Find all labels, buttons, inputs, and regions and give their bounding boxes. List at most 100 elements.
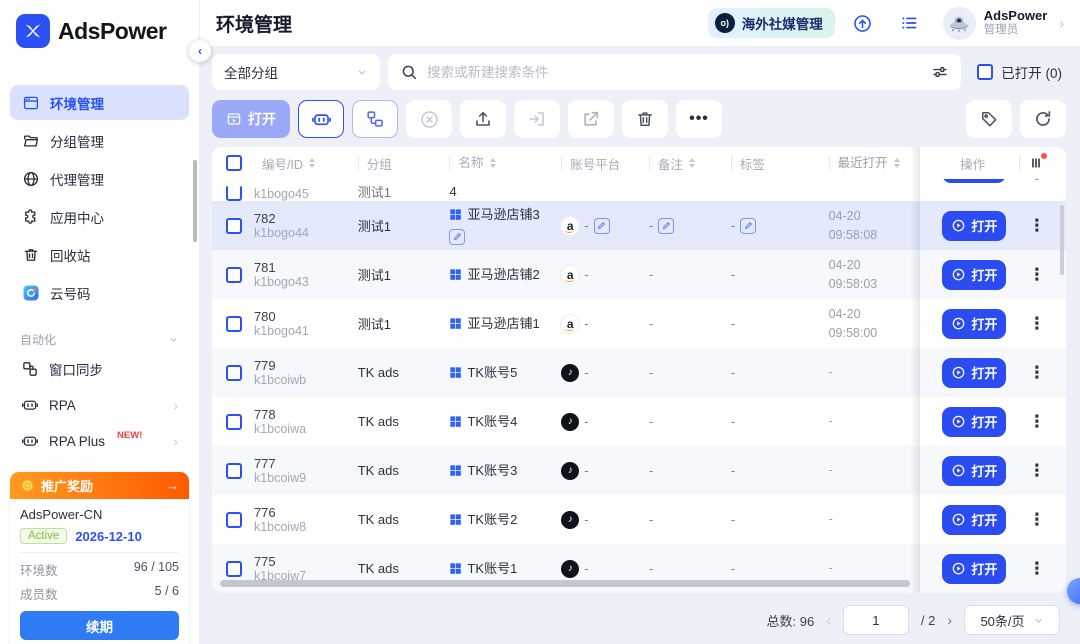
sidebar-scrollbar[interactable] [193, 160, 197, 242]
group-control-button[interactable] [352, 100, 398, 138]
sort-icon[interactable] [309, 158, 315, 168]
column-header-2[interactable]: 名称 [449, 156, 503, 170]
task-list-button[interactable] [891, 5, 927, 41]
row-checkbox[interactable] [226, 185, 242, 201]
row-checkbox[interactable] [226, 512, 242, 528]
row-checkbox[interactable] [226, 365, 242, 381]
sidebar-item-5[interactable]: 云号码 [10, 275, 189, 310]
select-all-checkbox[interactable] [226, 155, 242, 171]
open-env-button[interactable]: 打开 [942, 407, 1006, 437]
group-filter-dropdown[interactable]: 全部分组 [212, 54, 380, 90]
bulk-open-button[interactable]: 打开 [212, 100, 290, 138]
row-checkbox[interactable] [226, 463, 242, 479]
column-header-1[interactable]: 分组 [358, 156, 400, 170]
delete-button[interactable] [622, 100, 668, 138]
column-header-0[interactable]: 编号/ID [254, 156, 323, 170]
edit-icon[interactable] [449, 229, 465, 245]
prev-page-button[interactable]: ‹ [826, 612, 831, 628]
group-name: TK ads [358, 512, 399, 527]
horizontal-scrollbar[interactable] [220, 580, 910, 587]
import-button[interactable] [514, 100, 560, 138]
group-name: 测试1 [358, 314, 391, 333]
open-env-button[interactable]: 打开 [942, 260, 1006, 290]
columns-settings-icon[interactable] [1028, 155, 1044, 171]
row-menu-button[interactable]: ⋮ [1028, 511, 1045, 528]
automation-item-1[interactable]: RPA › [10, 388, 189, 422]
column-header-5[interactable]: 标签 [731, 156, 773, 170]
renew-button[interactable]: 续期 [20, 611, 179, 640]
automation-item-0[interactable]: 窗口同步 [10, 352, 189, 386]
team-badge[interactable]: o) 海外社媒管理 [708, 8, 835, 38]
close-windows-button[interactable] [406, 100, 452, 138]
sidebar-item-4[interactable]: 回收站 [10, 237, 189, 272]
more-actions-button[interactable]: ••• [676, 100, 722, 138]
sidebar-item-0[interactable]: 环境管理 [10, 85, 189, 120]
sort-icon[interactable] [689, 158, 695, 168]
table-row[interactable]: 776 k1bcoiw8 TK ads TK账号2 ♪- - - - 打开 ⋮ [212, 495, 1066, 544]
edit-icon[interactable] [658, 218, 674, 234]
row-menu-button[interactable]: ⋮ [1028, 179, 1045, 182]
table-row[interactable]: 779 k1bcoiwb TK ads TK账号5 ♪- - - - 打开 ⋮ [212, 348, 1066, 397]
table-row-partial[interactable]: k1bogo45 测试1 4 打开⋮ [212, 179, 1066, 201]
table-row[interactable]: 777 k1bcoiw9 TK ads TK账号3 ♪- - - - 打开 ⋮ [212, 446, 1066, 495]
sidebar-item-1[interactable]: 分组管理 [10, 123, 189, 158]
open-env-button[interactable]: 打开 [942, 554, 1006, 584]
user-profile[interactable]: AdsPower 管理员 › [937, 3, 1068, 44]
row-menu-button[interactable]: ⋮ [1028, 315, 1045, 332]
edit-icon[interactable] [594, 218, 610, 234]
column-header-6[interactable]: 最近打开 [829, 156, 908, 170]
opened-checkbox[interactable] [977, 64, 993, 80]
table-row[interactable]: 778 k1bcoiwa TK ads TK账号4 ♪- - - - 打开 ⋮ [212, 397, 1066, 446]
automation-item-2[interactable]: RPA Plus NEW! › [10, 424, 189, 458]
search-input[interactable] [427, 65, 922, 80]
sidebar-item-label: 环境管理 [50, 93, 104, 113]
share-button[interactable] [568, 100, 614, 138]
opened-filter[interactable]: 已打开 (0) [969, 62, 1066, 82]
open-env-button[interactable]: 打开 [942, 309, 1006, 339]
row-menu-button[interactable]: ⋮ [1028, 217, 1045, 234]
rpa-robot-button[interactable] [298, 100, 344, 138]
row-menu-button[interactable]: ⋮ [1028, 462, 1045, 479]
column-header-3[interactable]: 账号平台 [561, 156, 628, 170]
row-menu-button[interactable]: ⋮ [1028, 364, 1045, 381]
promo-banner[interactable]: 推广奖励 → [10, 472, 189, 499]
opened-filter-label: 已打开 (0) [1001, 62, 1062, 82]
page-size-select[interactable]: 50条/页 [964, 605, 1060, 635]
open-env-button[interactable]: 打开 [942, 358, 1006, 388]
table-row[interactable]: 780 k1bogo41 测试1 亚马逊店铺1 a- - - 04-2009:5… [212, 299, 1066, 348]
open-env-button[interactable]: 打开 [942, 456, 1006, 486]
row-checkbox[interactable] [226, 561, 242, 577]
sidebar-item-3[interactable]: 应用中心 [10, 199, 189, 234]
open-env-button[interactable]: 打开 [942, 505, 1006, 535]
table-row[interactable]: 781 k1bogo43 测试1 亚马逊店铺2 a- - - 04-2009:5… [212, 250, 1066, 299]
page-number-input[interactable] [843, 605, 909, 635]
automation-section-header[interactable]: 自动化 [0, 323, 199, 350]
advanced-filter-icon[interactable] [931, 63, 949, 81]
promo-banner-label: 推广奖励 [41, 476, 93, 495]
row-menu-button[interactable]: ⋮ [1028, 266, 1045, 283]
export-upload-button[interactable] [460, 100, 506, 138]
sort-icon[interactable] [894, 158, 900, 168]
sidebar-collapse-button[interactable]: ‹ [189, 40, 211, 62]
row-checkbox[interactable] [226, 218, 242, 234]
sort-icon[interactable] [490, 158, 496, 168]
sidebar-item-2[interactable]: 代理管理 [10, 161, 189, 196]
edit-icon[interactable] [740, 218, 756, 234]
vertical-scrollbar[interactable] [1060, 205, 1064, 275]
next-page-button[interactable]: › [947, 612, 952, 628]
row-menu-button[interactable]: ⋮ [1028, 560, 1045, 577]
column-header-4[interactable]: 备注 [649, 156, 703, 170]
row-checkbox[interactable] [226, 414, 242, 430]
row-checkbox[interactable] [226, 316, 242, 332]
amazon-platform-icon: a [561, 266, 579, 284]
row-checkbox[interactable] [226, 267, 242, 283]
open-env-button[interactable]: 打开 [942, 211, 1006, 241]
column-settings-button[interactable] [1019, 156, 1052, 170]
open-env-button[interactable]: 打开 [942, 179, 1006, 183]
refresh-button[interactable] [1020, 100, 1066, 138]
row-menu-button[interactable]: ⋮ [1028, 413, 1045, 430]
tag-manager-button[interactable] [966, 100, 1012, 138]
platform-value: - [584, 463, 588, 478]
update-check-button[interactable] [845, 5, 881, 41]
table-row[interactable]: 782 k1bogo44 测试1 亚马逊店铺3 a- - - 04-2009:5… [212, 201, 1066, 250]
